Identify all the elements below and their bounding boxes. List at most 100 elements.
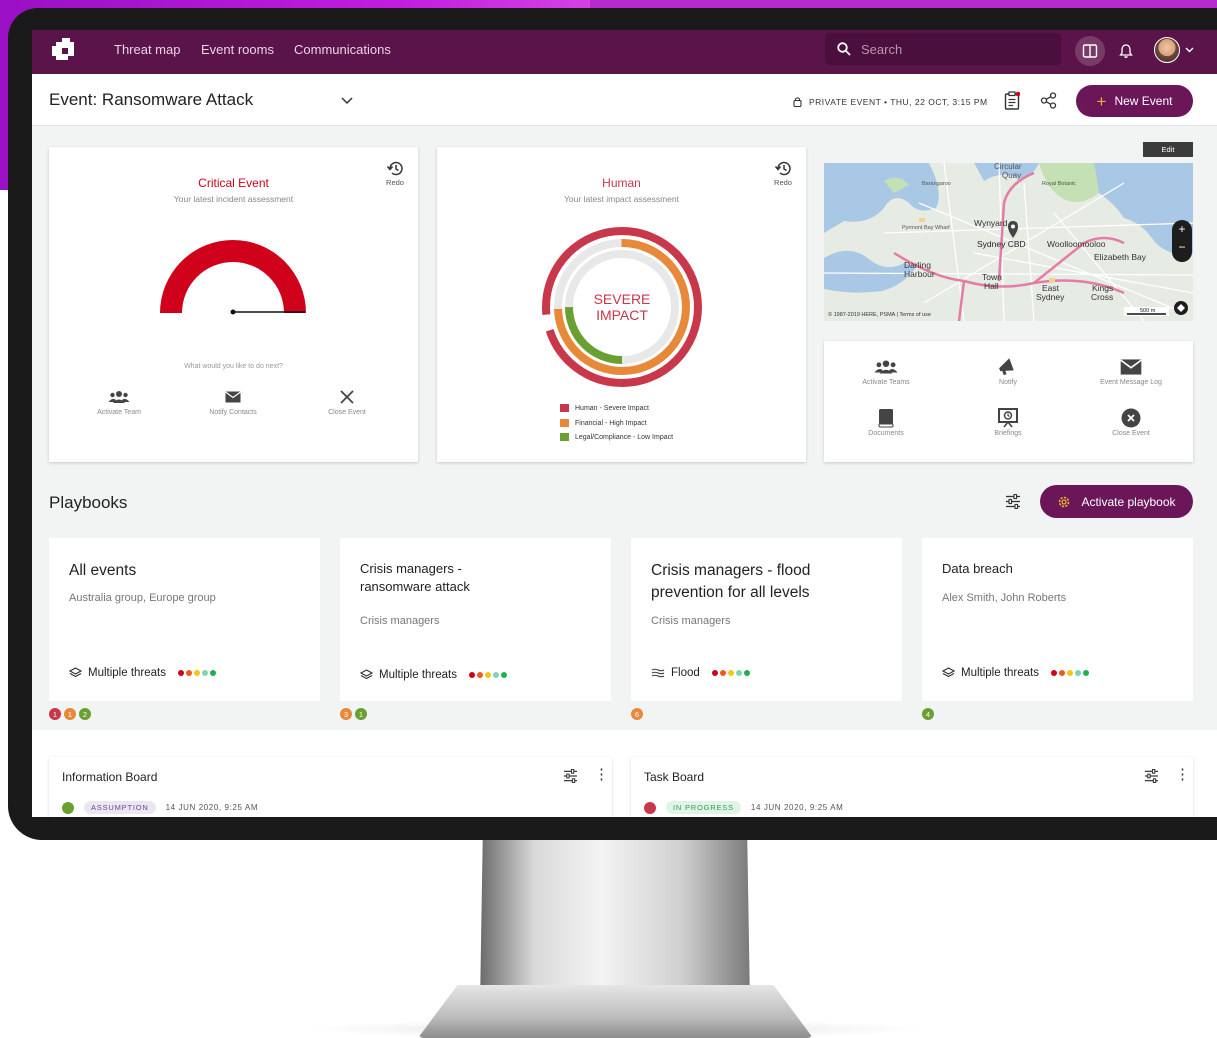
clipboard-icon[interactable] <box>1004 91 1020 110</box>
incident-title: Critical Event <box>198 176 269 190</box>
quick-action-briefings[interactable]: Briefings <box>963 408 1053 437</box>
user-avatar[interactable] <box>1154 37 1180 63</box>
close-event-action[interactable]: Close Event <box>302 387 392 416</box>
team-icon <box>108 391 130 403</box>
notify-contacts-label: Notify Contacts <box>209 409 257 416</box>
playbook-card[interactable]: Data breach Alex Smith, John Roberts Mul… <box>922 538 1193 701</box>
status-dot <box>644 801 656 814</box>
event-dropdown-chevron-icon[interactable] <box>341 97 353 105</box>
map-scale: 500 m <box>1140 308 1156 314</box>
search-input[interactable] <box>861 41 1041 57</box>
impact-assessment-card: Human Your latest impact assessment Redo… <box>437 147 806 462</box>
quick-action-notify[interactable]: Notify <box>963 357 1053 386</box>
playbook-threat: Multiple threats <box>360 669 509 681</box>
legend-label-legal: Legal/Compliance - Low Impact <box>575 433 674 441</box>
incident-gauge <box>160 240 306 315</box>
playbook-card[interactable]: All events Australia group, Europe group… <box>49 538 320 701</box>
zoom-out-icon[interactable]: − <box>1172 238 1192 256</box>
playbook-name: Crisis managers - flood prevention for a… <box>651 562 811 601</box>
search-icon <box>837 42 851 56</box>
nav-communications[interactable]: Communications <box>294 42 391 57</box>
playbook-card[interactable]: Crisis managers - flood prevention for a… <box>631 538 902 701</box>
nav-event-rooms[interactable]: Event rooms <box>201 42 274 57</box>
information-board-row[interactable]: ASSUMPTION 14 JUN 2020, 9:25 AM <box>62 801 258 814</box>
count-badge: 2 <box>79 708 91 720</box>
nav-threat-map[interactable]: Threat map <box>114 42 180 57</box>
notifications-button[interactable] <box>1111 36 1141 66</box>
threat-level-dots <box>711 667 752 679</box>
map-label-botanic: Royal Botanic <box>1042 181 1076 187</box>
filter-sliders-icon[interactable] <box>563 769 578 783</box>
app-screen: Threat map Event rooms Communications Se… <box>32 30 1217 817</box>
close-event-label: Close Event <box>328 409 366 416</box>
envelope-icon <box>225 391 241 403</box>
svg-text:Hall: Hall <box>984 281 999 291</box>
threat-map[interactable]: Circular Quay Barangaroo Royal Botanic W… <box>824 163 1193 321</box>
quick-action-activate-teams[interactable]: Activate Teams <box>841 357 931 386</box>
search-box[interactable] <box>825 33 1061 65</box>
playbook-badges: 6 <box>631 708 643 720</box>
threat-level-dots <box>1050 667 1091 679</box>
playbook-threat-label: Multiple threats <box>379 669 457 681</box>
incident-redo-label[interactable]: Redo <box>383 178 407 187</box>
legend-swatch-financial <box>560 419 569 427</box>
app-logo-icon[interactable] <box>52 38 78 64</box>
quick-action-label: Event Message Log <box>1100 379 1162 386</box>
playbook-groups: Crisis managers <box>360 615 440 627</box>
playbook-badges: 1 1 2 <box>49 708 91 720</box>
team-icon <box>874 360 898 374</box>
playbook-threat-label: Flood <box>671 667 700 679</box>
activate-team-action[interactable]: Activate Team <box>74 387 164 416</box>
quick-action-label: Documents <box>868 430 904 437</box>
quick-actions-card: Activate Teams Notify Event Message Log <box>824 341 1193 462</box>
playbook-card[interactable]: Crisis managers - ransomware attack Cris… <box>340 538 611 701</box>
monitor-stand-base <box>418 985 813 1038</box>
activate-playbook-button[interactable]: Activate playbook <box>1040 485 1193 518</box>
map-edit-button[interactable]: Edit <box>1143 142 1193 157</box>
lock-icon <box>793 97 802 107</box>
quick-action-documents[interactable]: Documents <box>841 408 931 437</box>
history-icon[interactable] <box>386 160 404 177</box>
legend-human: Human - Severe Impact <box>560 404 649 412</box>
legend-swatch-human <box>560 404 569 412</box>
notify-contacts-action[interactable]: Notify Contacts <box>188 387 278 416</box>
count-badge: 4 <box>922 708 934 720</box>
playbook-name: Crisis managers - ransomware attack <box>360 561 470 595</box>
status-dot <box>62 801 74 814</box>
quick-action-label: Notify <box>999 379 1017 386</box>
layout-toggle-button[interactable] <box>1075 36 1105 66</box>
map-zoom-control[interactable]: + − <box>1172 220 1192 262</box>
share-icon[interactable] <box>1040 92 1057 109</box>
quick-action-close-event[interactable]: Close Event <box>1086 408 1176 437</box>
playbook-threat-label: Multiple threats <box>88 667 166 679</box>
filter-sliders-icon[interactable] <box>1144 769 1159 783</box>
map-label-cbd: Sydney CBD <box>977 239 1026 249</box>
playbook-threat: Multiple threats <box>69 667 218 679</box>
task-board-row[interactable]: IN PROGRESS 14 JUN 2020, 9:25 AM <box>644 801 843 814</box>
playbook-groups: Alex Smith, John Roberts <box>942 592 1067 604</box>
filter-sliders-icon[interactable] <box>1005 494 1021 509</box>
chevron-down-icon[interactable] <box>1185 47 1194 53</box>
count-badge: 6 <box>631 708 643 720</box>
more-vertical-icon[interactable]: ⋮ <box>594 765 609 783</box>
event-privacy-info: PRIVATE EVENT • THU, 22 OCT, 3:15 PM <box>809 97 988 107</box>
count-badge: 1 <box>355 708 367 720</box>
playbook-name: Data breach <box>942 561 1013 576</box>
history-icon[interactable] <box>774 160 792 177</box>
playbook-name: All events <box>69 562 137 579</box>
incident-subtitle: Your latest incident assessment <box>173 194 294 204</box>
close-icon <box>340 390 354 404</box>
zoom-in-icon[interactable]: + <box>1172 220 1192 238</box>
playbooks-title: Playbooks <box>49 493 128 512</box>
flood-icon <box>651 668 665 678</box>
event-title[interactable]: Event: Ransomware Attack <box>49 90 253 110</box>
quick-action-message-log[interactable]: Event Message Log <box>1086 357 1176 386</box>
impact-subtitle: Your latest impact assessment <box>564 194 679 204</box>
more-vertical-icon[interactable]: ⋮ <box>1175 765 1190 783</box>
incident-prompt: What would you like to do next? <box>184 363 283 370</box>
legend-financial: Financial - High Impact <box>560 419 647 427</box>
map-tiles: Circular Quay Barangaroo Royal Botanic W… <box>824 163 1193 321</box>
new-event-button[interactable]: + New Event <box>1076 85 1193 117</box>
map-label-elizabeth-bay: Elizabeth Bay <box>1094 252 1147 262</box>
impact-redo-label[interactable]: Redo <box>771 178 795 187</box>
